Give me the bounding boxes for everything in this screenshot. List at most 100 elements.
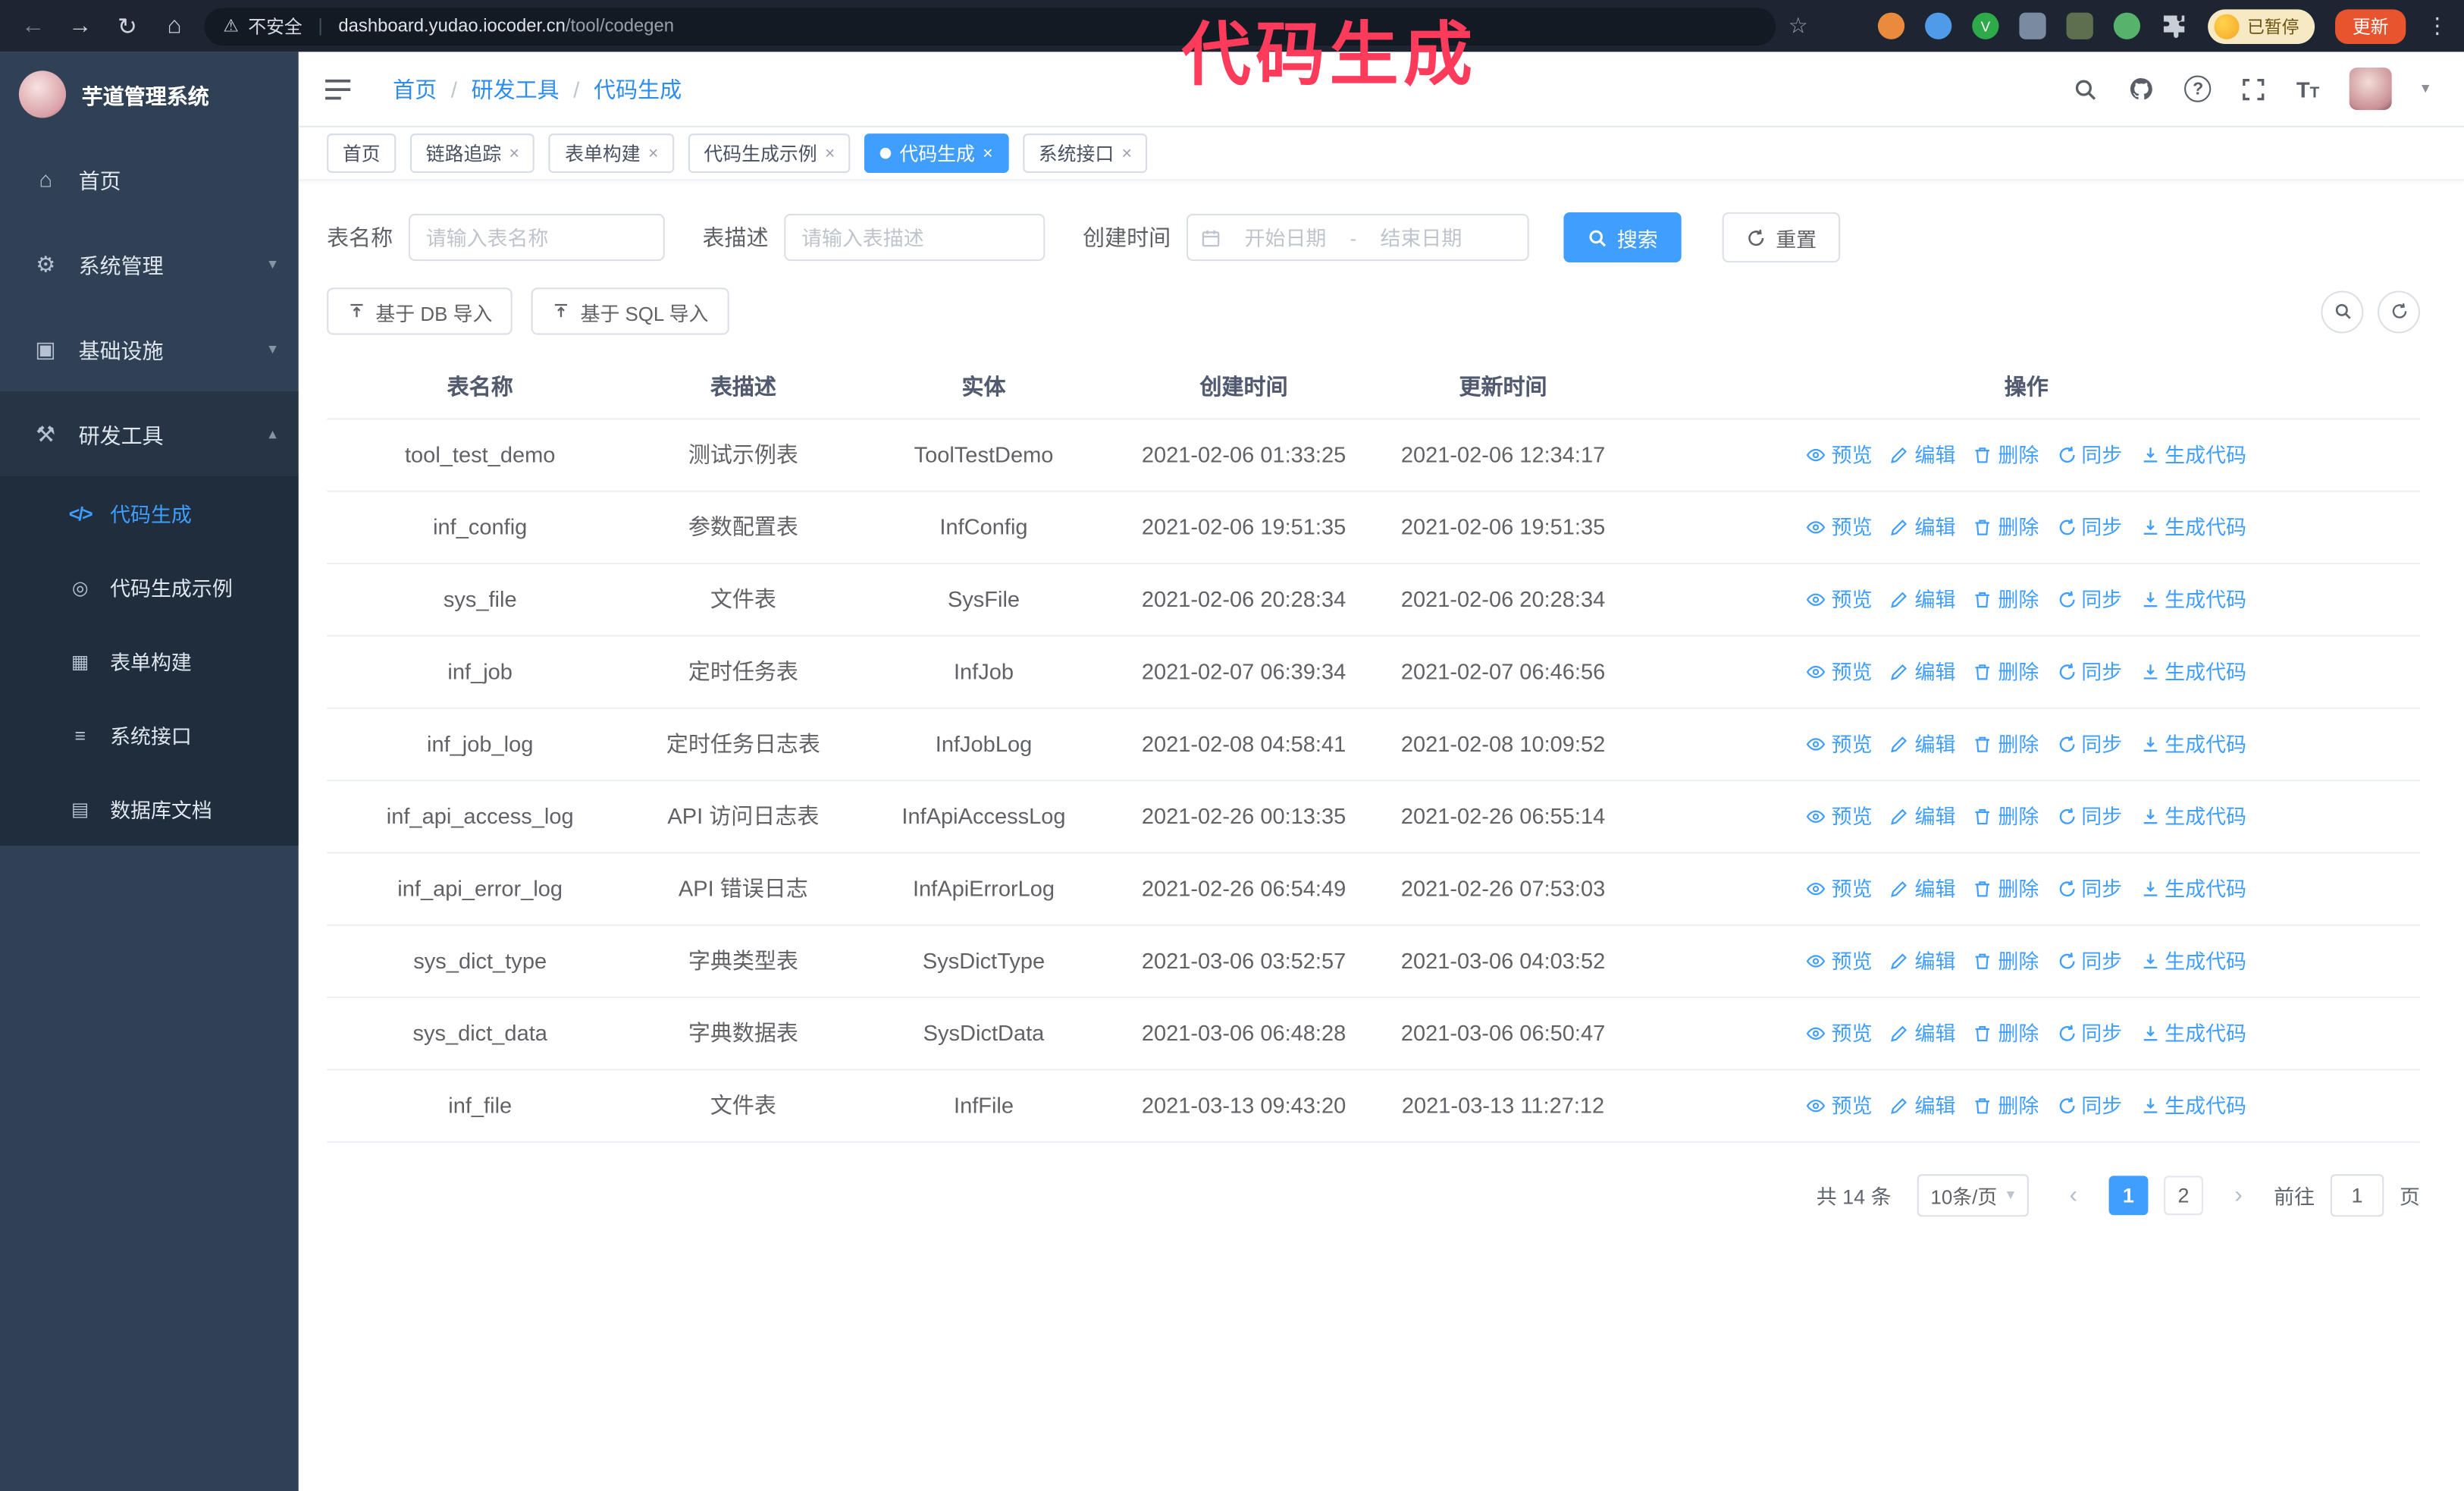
extension-icon-6[interactable] bbox=[2113, 12, 2141, 39]
toggle-search-button[interactable] bbox=[2321, 290, 2364, 333]
preview-link[interactable]: 预览 bbox=[1806, 728, 1873, 761]
generate-code-link[interactable]: 生成代码 bbox=[2140, 800, 2246, 833]
tab-home[interactable]: 首页 bbox=[327, 133, 397, 173]
sidebar-item-devtools[interactable]: ⚒ 研发工具 ▴ bbox=[0, 391, 299, 477]
page-size-select[interactable]: 10条/页 ▾ bbox=[1916, 1174, 2029, 1217]
generate-code-link[interactable]: 生成代码 bbox=[2140, 438, 2246, 472]
start-date-input[interactable] bbox=[1227, 224, 1344, 251]
generate-code-link[interactable]: 生成代码 bbox=[2140, 728, 2246, 761]
tab-close-icon[interactable]: × bbox=[509, 144, 519, 163]
sidebar-item-form-builder[interactable]: ▦ 表单构建 bbox=[0, 624, 299, 698]
edit-link[interactable]: 编辑 bbox=[1889, 1017, 1955, 1050]
delete-link[interactable]: 删除 bbox=[1973, 800, 2039, 833]
table-name-input[interactable] bbox=[408, 213, 665, 262]
tab-close-icon[interactable]: × bbox=[1122, 144, 1132, 163]
goto-page-input[interactable] bbox=[2330, 1174, 2384, 1217]
edit-link[interactable]: 编辑 bbox=[1889, 872, 1955, 906]
breadcrumb-home[interactable]: 首页 bbox=[393, 73, 437, 104]
import-db-button[interactable]: 基于 DB 导入 bbox=[327, 287, 513, 335]
tab-tracing[interactable]: 链路追踪 × bbox=[410, 133, 535, 173]
tab-codegen[interactable]: 代码生成 × bbox=[864, 133, 1009, 173]
tab-codegen-example[interactable]: 代码生成示例 × bbox=[688, 133, 851, 173]
sidebar-item-codegen-example[interactable]: ◎ 代码生成示例 bbox=[0, 550, 299, 623]
extension-icon-1[interactable] bbox=[1877, 12, 1905, 39]
edit-link[interactable]: 编辑 bbox=[1889, 728, 1955, 761]
delete-link[interactable]: 删除 bbox=[1973, 511, 2039, 545]
delete-link[interactable]: 删除 bbox=[1973, 728, 2039, 761]
preview-link[interactable]: 预览 bbox=[1806, 1017, 1873, 1050]
avatar[interactable] bbox=[2349, 67, 2392, 111]
sync-link[interactable]: 同步 bbox=[2056, 511, 2122, 545]
preview-link[interactable]: 预览 bbox=[1806, 1089, 1873, 1122]
sidebar-item-infrastructure[interactable]: ▣ 基础设施 ▾ bbox=[0, 306, 299, 391]
help-icon[interactable]: ? bbox=[2184, 75, 2212, 102]
generate-code-link[interactable]: 生成代码 bbox=[2140, 511, 2246, 545]
tab-close-icon[interactable]: × bbox=[983, 144, 992, 163]
page-button-2[interactable]: 2 bbox=[2164, 1176, 2203, 1216]
paused-badge[interactable]: 已暂停 bbox=[2208, 8, 2315, 43]
sidebar-item-home[interactable]: ⌂ 首页 bbox=[0, 137, 299, 221]
sync-link[interactable]: 同步 bbox=[2056, 728, 2122, 761]
refresh-table-button[interactable] bbox=[2378, 290, 2420, 333]
fullscreen-icon[interactable] bbox=[2241, 77, 2266, 102]
breadcrumb-devtools[interactable]: 研发工具 bbox=[472, 73, 560, 104]
edit-link[interactable]: 编辑 bbox=[1889, 511, 1955, 545]
date-range-picker[interactable]: - bbox=[1186, 213, 1529, 262]
generate-code-link[interactable]: 生成代码 bbox=[2140, 1017, 2246, 1050]
sidebar-item-codegen[interactable]: </> 代码生成 bbox=[0, 476, 299, 550]
generate-code-link[interactable]: 生成代码 bbox=[2140, 583, 2246, 617]
forward-icon[interactable]: → bbox=[63, 13, 98, 39]
table-desc-input[interactable] bbox=[784, 213, 1045, 262]
bookmark-star-icon[interactable]: ☆ bbox=[1788, 13, 1808, 39]
sync-link[interactable]: 同步 bbox=[2056, 1017, 2122, 1050]
preview-link[interactable]: 预览 bbox=[1806, 655, 1873, 689]
edit-link[interactable]: 编辑 bbox=[1889, 438, 1955, 472]
delete-link[interactable]: 删除 bbox=[1973, 583, 2039, 617]
generate-code-link[interactable]: 生成代码 bbox=[2140, 945, 2246, 978]
tab-form-builder[interactable]: 表单构建 × bbox=[549, 133, 675, 173]
reload-icon[interactable]: ↻ bbox=[110, 12, 145, 40]
prev-page-button[interactable]: ‹ bbox=[2054, 1176, 2093, 1215]
page-button-1[interactable]: 1 bbox=[2108, 1176, 2149, 1216]
delete-link[interactable]: 删除 bbox=[1973, 872, 2039, 906]
kebab-menu-icon[interactable]: ⋮ bbox=[2426, 13, 2448, 39]
preview-link[interactable]: 预览 bbox=[1806, 583, 1873, 617]
edit-link[interactable]: 编辑 bbox=[1889, 1089, 1955, 1122]
breadcrumb-codegen[interactable]: 代码生成 bbox=[594, 73, 682, 104]
extension-icon-2[interactable] bbox=[1925, 12, 1952, 39]
edit-link[interactable]: 编辑 bbox=[1889, 945, 1955, 978]
sync-link[interactable]: 同步 bbox=[2056, 583, 2122, 617]
edit-link[interactable]: 编辑 bbox=[1889, 800, 1955, 833]
edit-link[interactable]: 编辑 bbox=[1889, 655, 1955, 689]
generate-code-link[interactable]: 生成代码 bbox=[2140, 872, 2246, 906]
delete-link[interactable]: 删除 bbox=[1973, 945, 2039, 978]
extension-icon-3[interactable]: V bbox=[1972, 12, 1999, 39]
preview-link[interactable]: 预览 bbox=[1806, 945, 1873, 978]
extensions-puzzle-icon[interactable] bbox=[2161, 13, 2187, 39]
generate-code-link[interactable]: 生成代码 bbox=[2140, 1089, 2246, 1122]
update-button[interactable]: 更新 bbox=[2335, 8, 2406, 43]
delete-link[interactable]: 删除 bbox=[1973, 1089, 2039, 1122]
extension-icon-5[interactable] bbox=[2066, 12, 2093, 39]
tab-close-icon[interactable]: × bbox=[648, 144, 658, 163]
edit-link[interactable]: 编辑 bbox=[1889, 583, 1955, 617]
search-icon[interactable] bbox=[2074, 77, 2099, 102]
sidebar-item-system[interactable]: ⚙ 系统管理 ▾ bbox=[0, 221, 299, 306]
chevron-down-icon[interactable]: ▾ bbox=[2422, 80, 2429, 98]
sync-link[interactable]: 同步 bbox=[2056, 438, 2122, 472]
preview-link[interactable]: 预览 bbox=[1806, 511, 1873, 545]
preview-link[interactable]: 预览 bbox=[1806, 800, 1873, 833]
delete-link[interactable]: 删除 bbox=[1973, 655, 2039, 689]
tab-api[interactable]: 系统接口 × bbox=[1022, 133, 1148, 173]
extension-icon-4[interactable] bbox=[2019, 12, 2046, 39]
import-sql-button[interactable]: 基于 SQL 导入 bbox=[531, 287, 729, 335]
preview-link[interactable]: 预览 bbox=[1806, 438, 1873, 472]
generate-code-link[interactable]: 生成代码 bbox=[2140, 655, 2246, 689]
sync-link[interactable]: 同步 bbox=[2056, 1089, 2122, 1122]
tab-close-icon[interactable]: × bbox=[825, 144, 835, 163]
end-date-input[interactable] bbox=[1362, 224, 1480, 251]
delete-link[interactable]: 删除 bbox=[1973, 438, 2039, 472]
sync-link[interactable]: 同步 bbox=[2056, 872, 2122, 906]
back-icon[interactable]: ← bbox=[16, 13, 51, 39]
sync-link[interactable]: 同步 bbox=[2056, 945, 2122, 978]
